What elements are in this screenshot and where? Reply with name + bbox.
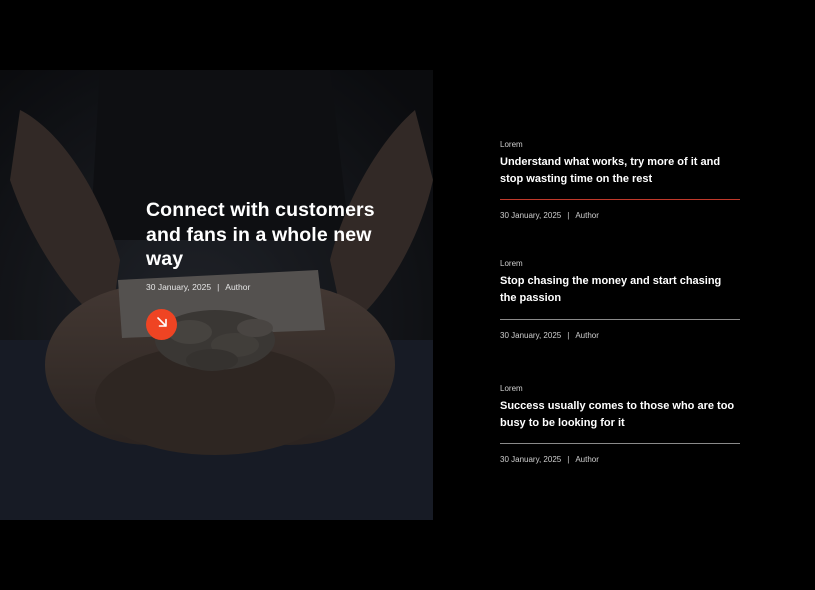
post-date: 30 January, 2025 xyxy=(500,455,562,464)
list-item[interactable]: Lorem Understand what works, try more of… xyxy=(500,140,740,220)
featured-date: 30 January, 2025 xyxy=(146,281,212,292)
post-title[interactable]: Understand what works, try more of it an… xyxy=(500,154,740,187)
post-category[interactable]: Lorem xyxy=(500,259,740,269)
featured-article-card[interactable]: Connect with customers and fans in a who… xyxy=(0,70,433,520)
post-author[interactable]: Author xyxy=(575,455,599,464)
post-date: 30 January, 2025 xyxy=(500,331,562,340)
featured-content: Connect with customers and fans in a who… xyxy=(146,198,406,340)
post-divider xyxy=(500,319,740,320)
post-meta: 30 January, 2025 | Author xyxy=(500,331,599,341)
meta-separator: | xyxy=(567,331,570,340)
read-more-button[interactable] xyxy=(146,309,177,340)
post-category[interactable]: Lorem xyxy=(500,384,740,394)
featured-meta: 30 January, 2025 | Author xyxy=(146,282,406,292)
post-divider xyxy=(500,199,740,200)
list-item[interactable]: Lorem Success usually comes to those who… xyxy=(500,384,740,464)
arrow-down-right-icon xyxy=(155,315,169,334)
blog-section: Connect with customers and fans in a who… xyxy=(0,0,815,590)
post-title[interactable]: Success usually comes to those who are t… xyxy=(500,398,740,431)
post-meta: 30 January, 2025 | Author xyxy=(500,211,599,221)
post-divider xyxy=(500,443,740,444)
list-item[interactable]: Lorem Stop chasing the money and start c… xyxy=(500,259,740,340)
meta-separator: | xyxy=(567,455,570,464)
post-meta: 30 January, 2025 | Author xyxy=(500,455,599,465)
post-author[interactable]: Author xyxy=(575,211,599,220)
post-author[interactable]: Author xyxy=(575,331,599,340)
meta-separator: | xyxy=(567,211,570,220)
featured-author[interactable]: Author xyxy=(225,282,250,292)
post-category[interactable]: Lorem xyxy=(500,140,740,150)
featured-title[interactable]: Connect with customers and fans in a who… xyxy=(146,198,406,272)
image-dark-overlay xyxy=(0,70,433,520)
meta-separator: | xyxy=(217,281,220,292)
post-title[interactable]: Stop chasing the money and start chasing… xyxy=(500,273,740,306)
post-date: 30 January, 2025 xyxy=(500,211,562,220)
